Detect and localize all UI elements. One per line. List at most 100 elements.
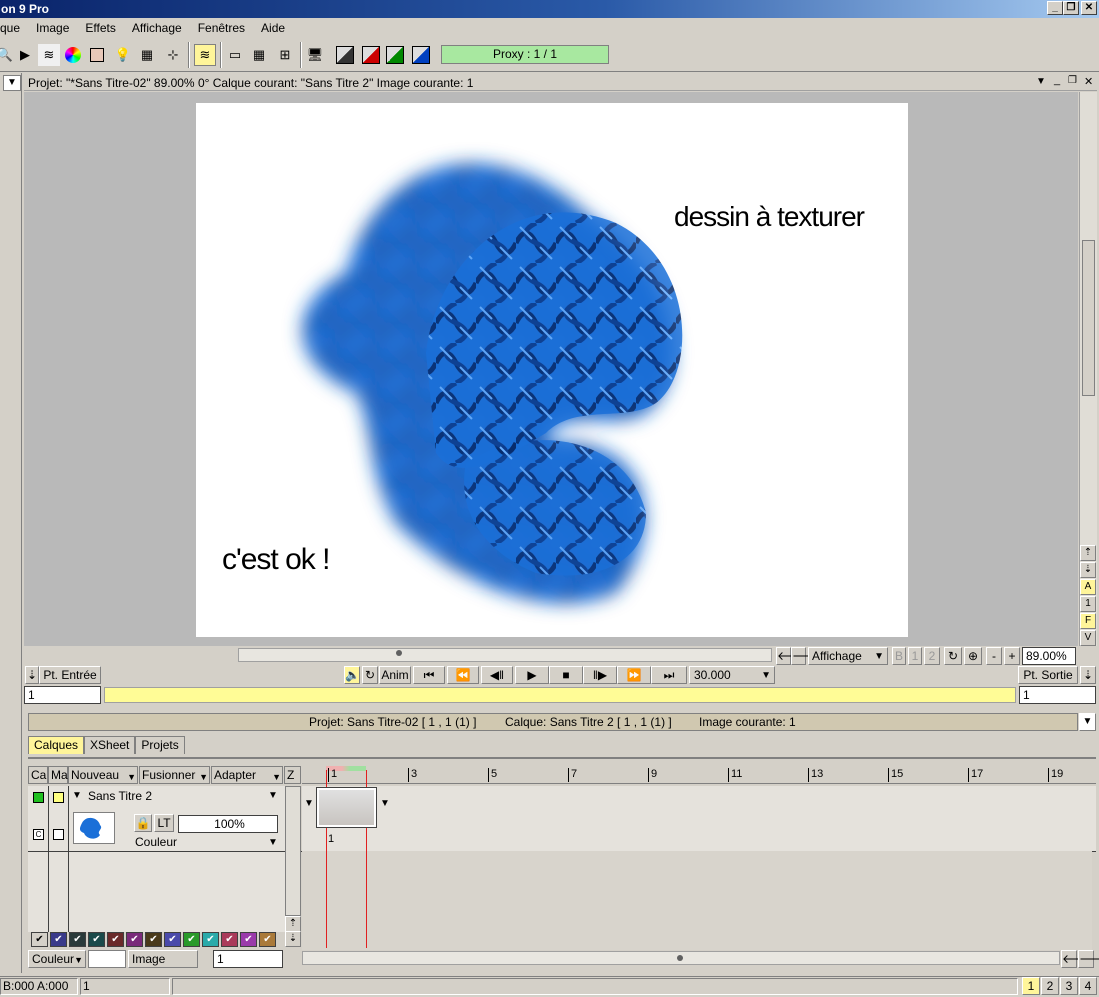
in-point-arrow-icon[interactable]: ⇣ <box>25 666 39 684</box>
tab-calques[interactable]: Calques <box>28 736 85 754</box>
pan-right-icon[interactable]: 🡒 <box>791 647 824 665</box>
adapter-dropdown[interactable]: Adapter ▼ <box>211 766 283 784</box>
menu-que[interactable]: que <box>0 21 28 35</box>
pan-left-icon[interactable]: 🡐 <box>776 647 809 665</box>
layer-mode-chevron-icon[interactable]: ▼ <box>268 837 278 848</box>
zoom-out-button[interactable]: - <box>986 647 1002 665</box>
viewer-restore-icon[interactable]: ❐ <box>1068 75 1077 86</box>
zoom-in-button[interactable]: + <box>1004 647 1020 665</box>
proxy-indicator[interactable]: Proxy : 1 / 1 <box>441 45 609 64</box>
color-swatch[interactable]: ✔ <box>164 932 181 947</box>
layer-scroll-down-icon[interactable]: ⇣ <box>285 931 301 947</box>
color-swatch[interactable]: ✔ <box>126 932 143 947</box>
viewer-menu-icon[interactable]: ▼ <box>1036 76 1046 87</box>
layer-scrollbar[interactable] <box>285 786 301 916</box>
side-button-f[interactable]: F <box>1080 613 1096 629</box>
layer-opacity-field[interactable]: 100% <box>178 815 278 833</box>
color-swatch[interactable]: ✔ <box>221 932 238 947</box>
vertical-scroll-thumb[interactable] <box>1082 240 1095 396</box>
layer-stack-icon[interactable]: ≋ <box>194 44 216 66</box>
play-button-icon[interactable]: ▶ <box>515 666 549 684</box>
sound-icon[interactable]: 🔈 <box>344 666 360 684</box>
frame-scroll-right-icon[interactable]: 🡒 <box>1078 950 1099 968</box>
frame-scroll-left-icon[interactable]: 🡐 <box>1061 950 1094 968</box>
fast-forward-icon[interactable]: ⏩ <box>617 666 651 684</box>
menu-effets[interactable]: Effets <box>77 21 123 35</box>
viewer-horizontal-scrollbar[interactable] <box>238 648 772 662</box>
fusionner-dropdown[interactable]: Fusionner ▼ <box>139 766 210 784</box>
stop-icon[interactable]: ■ <box>549 666 583 684</box>
menu-fenetres[interactable]: Fenêtres <box>190 21 253 35</box>
out-point-button[interactable]: Pt. Sortie <box>1018 666 1078 684</box>
layer-expand-icon[interactable]: ▼ <box>72 790 82 801</box>
first-frame-icon[interactable]: ⏮ <box>413 666 445 684</box>
transform-icon[interactable]: ⊹ <box>162 44 184 66</box>
gray-channel-icon[interactable] <box>334 44 356 66</box>
center-icon[interactable]: ⊕ <box>964 647 982 665</box>
couleur-dropdown[interactable]: Couleur ▼ <box>28 950 86 968</box>
frame-cell[interactable] <box>316 787 377 828</box>
light-icon[interactable]: 💡 <box>112 44 134 66</box>
nouveau-dropdown[interactable]: Nouveau ▼ <box>68 766 138 784</box>
layer-mode-label[interactable]: Couleur <box>135 835 177 849</box>
page-button-4[interactable]: 4 <box>1079 977 1097 995</box>
layer-option-checkbox[interactable] <box>53 829 64 840</box>
close-button[interactable]: ✕ <box>1081 1 1097 15</box>
scroll-down-icon[interactable]: ⇣ <box>1080 562 1096 578</box>
color-swatch[interactable]: ✔ <box>202 932 219 947</box>
color-swatch[interactable]: ✔ <box>240 932 257 947</box>
out-point-field[interactable]: 1 <box>1019 686 1096 704</box>
side-button-1[interactable]: 1 <box>1080 596 1096 612</box>
color-swatch[interactable]: ✔ <box>88 932 105 947</box>
layer-scroll-up-icon[interactable]: ⇡ <box>285 916 301 932</box>
monitor-icon[interactable]: 🖥 <box>304 44 326 66</box>
green-channel-icon[interactable] <box>384 44 406 66</box>
affichage-dropdown[interactable]: Affichage ▼ <box>808 647 888 665</box>
minimize-button[interactable]: _ <box>1047 1 1063 15</box>
rotate-icon[interactable]: ↻ <box>944 647 962 665</box>
color-swatch-icon[interactable] <box>86 44 108 66</box>
red-channel-icon[interactable] <box>360 44 382 66</box>
layer-menu-icon[interactable]: ▼ <box>268 790 278 801</box>
color-swatch[interactable]: ✔ <box>107 932 124 947</box>
lock-icon[interactable]: 🔒 <box>134 814 152 832</box>
menu-aide[interactable]: Aide <box>253 21 293 35</box>
layer-name[interactable]: Sans Titre 2 <box>88 789 152 803</box>
loop-icon[interactable]: ↻ <box>362 666 378 684</box>
color-preview[interactable] <box>88 950 126 968</box>
dock-dropdown-icon[interactable]: ▼ <box>3 75 21 91</box>
drawing-canvas[interactable]: dessin à texturer c'est ok ! <box>196 103 908 637</box>
color-swatch[interactable]: ✔ <box>259 932 276 947</box>
side-button-a[interactable]: A <box>1080 579 1096 595</box>
color-wheel-icon[interactable] <box>62 44 84 66</box>
page-button-3[interactable]: 3 <box>1060 977 1078 995</box>
split-view-icon[interactable]: ⊞ <box>274 44 296 66</box>
grid-icon[interactable]: ▦ <box>136 44 158 66</box>
layers-icon[interactable]: ≋ <box>38 44 60 66</box>
rewind-icon[interactable]: ⏪ <box>447 666 479 684</box>
viewer-minimize-icon[interactable]: _ <box>1054 74 1060 86</box>
zoom-field[interactable]: 89.00% <box>1022 647 1076 665</box>
restore-button[interactable]: ❐ <box>1063 1 1079 15</box>
frame-left-chevron-icon[interactable]: ▼ <box>304 798 314 809</box>
grid-view-icon[interactable]: ▦ <box>248 44 270 66</box>
step-forward-icon[interactable]: ‖▶ <box>583 666 617 684</box>
side-button-v[interactable]: V <box>1080 630 1096 646</box>
play-icon[interactable]: ▶ <box>14 44 36 66</box>
step-back-icon[interactable]: ◀‖ <box>481 666 513 684</box>
menu-image[interactable]: Image <box>28 21 77 35</box>
frame-btn-2[interactable]: 2 <box>924 647 940 665</box>
color-swatch[interactable]: ✔ <box>145 932 162 947</box>
fps-dropdown[interactable]: 30.000 ▼ <box>689 666 775 684</box>
frame-btn-b[interactable]: B <box>892 647 906 665</box>
color-swatch[interactable]: ✔ <box>183 932 200 947</box>
layer-visible-checkbox[interactable] <box>33 792 44 803</box>
header-dropdown-icon[interactable]: ▼ <box>1079 713 1096 731</box>
tab-projets[interactable]: Projets <box>135 736 185 754</box>
page-button-2[interactable]: 2 <box>1041 977 1059 995</box>
page-button-1[interactable]: 1 <box>1022 977 1040 995</box>
anim-button[interactable]: Anim <box>379 666 411 684</box>
window-icon[interactable]: ▭ <box>224 44 246 66</box>
viewer-close-icon[interactable]: ✕ <box>1084 75 1093 88</box>
layer-mask-checkbox[interactable] <box>53 792 64 803</box>
